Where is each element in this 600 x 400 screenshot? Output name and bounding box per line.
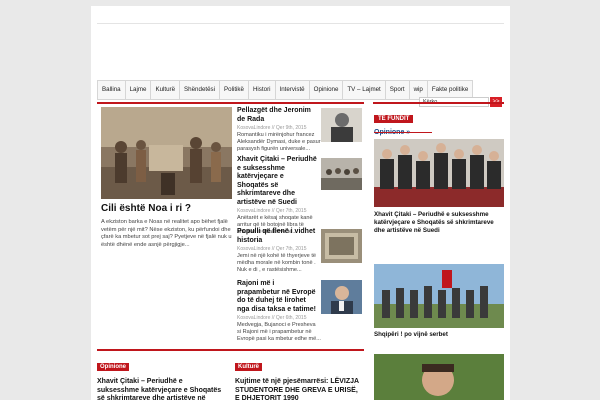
- header-divider: [97, 23, 504, 24]
- news-image[interactable]: [374, 264, 504, 328]
- nav-item-kulture[interactable]: Kulturë: [150, 80, 180, 100]
- news-caption[interactable]: Shqipëri ! po vijnë serbet: [374, 331, 504, 339]
- section-divider: [97, 349, 364, 351]
- nav-item-tv-lajmet[interactable]: TV – Lajmet: [342, 80, 385, 100]
- article-thumbnail[interactable]: [321, 158, 362, 190]
- category-tag[interactable]: Kulturë: [235, 363, 262, 371]
- nav-item-opinione[interactable]: Opinione: [308, 80, 343, 100]
- latest-label: TË FUNDIT: [374, 115, 414, 123]
- opinione-underline: [374, 132, 432, 133]
- nav-item-ballina[interactable]: Ballina: [97, 80, 125, 100]
- opinione-caption[interactable]: Xhavit Çitaki – Periudhë e suksesshme ka…: [374, 211, 504, 235]
- nav-item-interviste[interactable]: Intervistë: [274, 80, 309, 100]
- article-title[interactable]: Pellazgët dhe Jeronim de Rada: [237, 107, 317, 124]
- article-thumbnail[interactable]: [321, 280, 362, 314]
- news-image[interactable]: [374, 354, 504, 400]
- bottom-article-title[interactable]: Kujtime të një pjesëmarrësi: LËVIZJA STU…: [235, 378, 363, 400]
- nav-item-lajme[interactable]: Lajme: [124, 80, 151, 100]
- right-section-bar: [373, 102, 504, 104]
- article-meta: KosovaLindore // Qer 6th, 2015: [237, 315, 307, 321]
- article-excerpt: Jemi në një kohë të thyerjeve të mëdha m…: [237, 253, 316, 274]
- article-title[interactable]: Xhavit Çitaki – Periudhë e suksesshme ka…: [237, 156, 317, 207]
- article-thumbnail[interactable]: [321, 108, 362, 142]
- article-meta: KosovaLindore // Qer 7th, 2015: [237, 208, 307, 214]
- nav-item-shendetesi[interactable]: Shëndetësi: [179, 80, 220, 100]
- article-thumbnail[interactable]: [321, 229, 362, 263]
- article-title[interactable]: Populli që flenë i vidhet historia: [237, 228, 317, 245]
- featured-excerpt: A ekziston barka e Noas në realitet apo …: [101, 219, 232, 248]
- nav-item-sport[interactable]: Sport: [384, 80, 409, 100]
- bottom-article-title[interactable]: Xhavit Çitaki – Periudhë e suksesshme ka…: [97, 378, 225, 400]
- featured-title[interactable]: Cili është Noa i ri ?: [101, 203, 191, 214]
- featured-image[interactable]: [101, 107, 232, 199]
- article-title[interactable]: Rajoni më i prapambetur në Evropë do të …: [237, 280, 317, 314]
- left-section-bar: [97, 102, 364, 104]
- nav-item-histori[interactable]: Histori: [247, 80, 275, 100]
- article-excerpt: Medvegja, Bujanoci e Presheva si Rajoni …: [237, 322, 321, 343]
- nav-item-politike[interactable]: Politikë: [219, 80, 248, 100]
- opinione-image[interactable]: [374, 139, 504, 207]
- main-nav: Ballina Lajme Kulturë Shëndetësi Politik…: [97, 80, 474, 100]
- category-tag[interactable]: Opinione: [97, 363, 129, 371]
- page: Ballina Lajme Kulturë Shëndetësi Politik…: [91, 6, 510, 400]
- article-excerpt: Romantiku i mirënjohur francez Aleksandë…: [237, 132, 321, 153]
